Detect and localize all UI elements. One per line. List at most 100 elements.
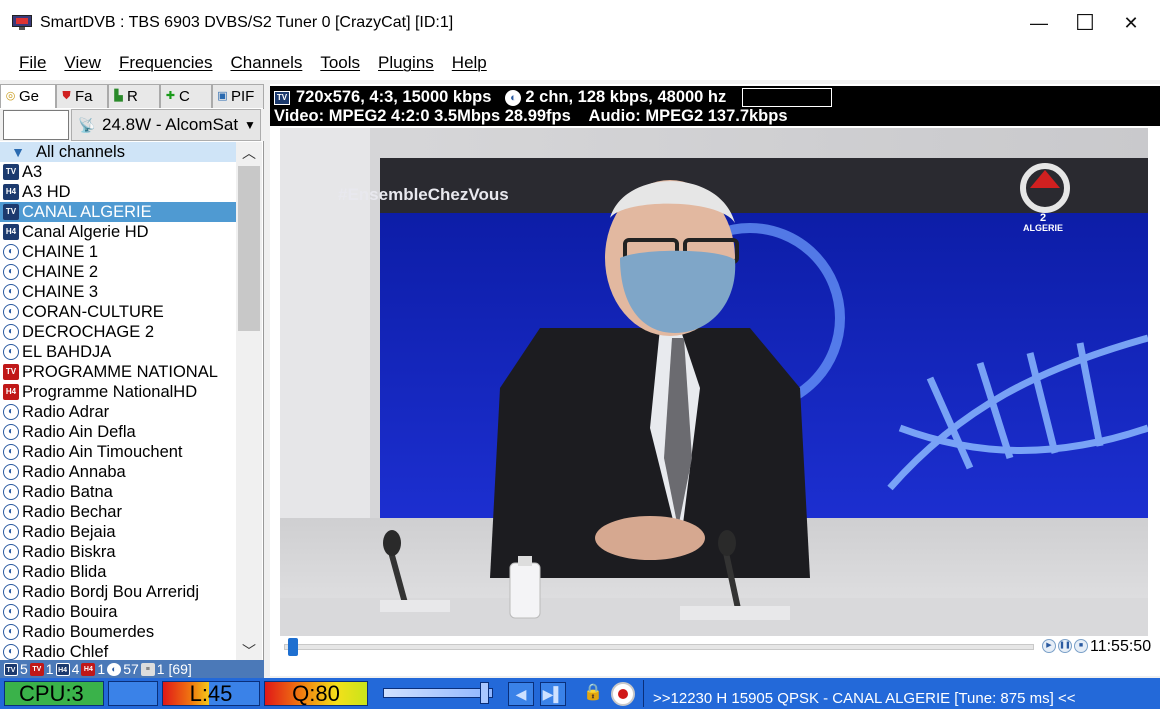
menu-view[interactable]: View: [55, 53, 110, 73]
audio-codec-info: Audio: MPEG2 137.7kbps: [588, 107, 788, 125]
radio-channel-icon: ◐: [3, 304, 19, 320]
playback-controls: ▶ ❚❚ ■: [1042, 639, 1090, 653]
tab-recorder[interactable]: ▙ R: [108, 84, 160, 108]
channel-item[interactable]: ◐ DECROCHAGE 2: [0, 322, 236, 342]
channel-item[interactable]: ◐ Radio Ain Defla: [0, 422, 236, 442]
previous-channel-icon[interactable]: ◀: [508, 682, 534, 706]
channel-list-scrollbar[interactable]: ︿ ﹀: [236, 142, 262, 662]
record-icon[interactable]: [611, 682, 635, 706]
tv-type-icon: TV: [4, 662, 18, 676]
radio-channel-icon: ◐: [3, 484, 19, 500]
maximize-button[interactable]: ☐: [1062, 0, 1108, 46]
volume-knob[interactable]: [480, 682, 490, 704]
play-icon[interactable]: ▶: [1042, 639, 1056, 653]
count-tv-red: 1: [45, 661, 54, 677]
minimize-button[interactable]: —: [1016, 0, 1062, 46]
tab-general[interactable]: ◎ Ge: [0, 84, 56, 108]
channel-name: PROGRAMME NATIONAL: [22, 362, 218, 381]
window-title: SmartDVB : TBS 6903 DVBS/S2 Tuner 0 [Cra…: [40, 14, 454, 31]
channel-item[interactable]: ◐ Radio Bejaia: [0, 522, 236, 542]
audio-format: 2 chn, 128 kbps, 48000 hz: [525, 88, 727, 106]
count-total: [69]: [168, 661, 192, 677]
seek-bar: ▶ ❚❚ ■ 11:55:50: [270, 636, 1160, 658]
channel-name: Radio Annaba: [22, 462, 126, 481]
satellite-select[interactable]: 📡 24.8W - AlcomSat ▼: [71, 109, 261, 141]
channel-name: CHAINE 3: [22, 282, 99, 301]
channel-name: EL BAHDJA: [22, 342, 112, 361]
channel-item[interactable]: H4 Canal Algerie HD: [0, 222, 236, 242]
tab-label: R: [127, 88, 138, 105]
video-display[interactable]: #EnsembleChezVous 2 ALGERIE: [280, 128, 1148, 636]
channel-list[interactable]: ▼ All channels TV A3 H4 A3 HD TV CANAL ALGERIE H…: [0, 142, 236, 662]
video-frame: #EnsembleChezVous 2 ALGERIE: [280, 128, 1148, 636]
video-format: 720x576, 4:3, 15000 kbps: [296, 88, 492, 106]
audio-channel-icon: ◐: [505, 89, 522, 106]
channel-item[interactable]: ◐ Radio Annaba: [0, 462, 236, 482]
h4-type-icon: H4: [55, 662, 70, 676]
satellite-selected: 24.8W - AlcomSat: [102, 115, 239, 134]
menu-plugins[interactable]: Plugins: [369, 53, 443, 73]
hd-channel-red-icon: H4: [3, 384, 19, 400]
channel-item[interactable]: ◐ Radio Biskra: [0, 542, 236, 562]
seek-knob[interactable]: [287, 638, 298, 656]
channel-item[interactable]: ◐ CORAN-CULTURE: [0, 302, 236, 322]
menu-frequencies[interactable]: Frequencies: [110, 53, 222, 73]
player-panel: TV 720x576, 4:3, 15000 kbps ◐ 2 chn, 128…: [270, 84, 1160, 676]
volume-slider[interactable]: [383, 688, 493, 698]
tab-pif[interactable]: ▣ PIF: [212, 84, 264, 108]
scroll-down-icon[interactable]: ﹀: [236, 640, 262, 662]
close-button[interactable]: ✕: [1108, 0, 1154, 46]
radio-channel-icon: ◐: [3, 524, 19, 540]
tv-channel-icon: TV: [3, 164, 19, 180]
radio-type-icon: ◐: [107, 662, 122, 676]
channel-name: DECROCHAGE 2: [22, 322, 155, 341]
radio-channel-icon: ◐: [3, 344, 19, 360]
channel-item[interactable]: ◐ Radio Ain Timouchent: [0, 442, 236, 462]
globe-icon: ◎: [5, 90, 16, 102]
pause-icon[interactable]: ❚❚: [1058, 639, 1072, 653]
channel-item[interactable]: H4 A3 HD: [0, 182, 236, 202]
channel-item[interactable]: ◐ Radio Bouira: [0, 602, 236, 622]
tab-favorites[interactable]: ⛊ Fa: [56, 84, 108, 108]
channel-panel: ◎ Ge ⛊ Fa ▙ R ✚ C ▣ PIF 📡 24.8W - AlcomS…: [0, 84, 264, 678]
radio-channel-icon: ◐: [3, 604, 19, 620]
channel-item[interactable]: ◐ Radio Blida: [0, 562, 236, 582]
channel-item[interactable]: ◐ CHAINE 1: [0, 242, 236, 262]
tab-channels[interactable]: ✚ C: [160, 84, 212, 108]
menu-tools[interactable]: Tools: [311, 53, 369, 73]
seek-track[interactable]: [284, 644, 1034, 650]
channel-item[interactable]: ◐ CHAINE 2: [0, 262, 236, 282]
hd-channel-icon: H4: [3, 184, 19, 200]
channel-item[interactable]: ◐ Radio Boumerdes: [0, 622, 236, 642]
channel-item[interactable]: ◐ Radio Bechar: [0, 502, 236, 522]
satellite-search-input[interactable]: [3, 110, 69, 140]
menu-file[interactable]: File: [10, 53, 55, 73]
channel-item[interactable]: TV A3: [0, 162, 236, 182]
hd-channel-icon: H4: [3, 224, 19, 240]
channel-item[interactable]: H4 Programme NationalHD: [0, 382, 236, 402]
lock-icon[interactable]: 🔒: [583, 682, 603, 704]
stop-icon[interactable]: ■: [1074, 639, 1088, 653]
menu-channels[interactable]: Channels: [222, 53, 312, 73]
radio-channel-icon: ◐: [3, 624, 19, 640]
title-bar: SmartDVB : TBS 6903 DVBS/S2 Tuner 0 [Cra…: [0, 0, 1160, 46]
stream-info: TV 720x576, 4:3, 15000 kbps ◐ 2 chn, 128…: [270, 86, 1160, 126]
channel-group-header[interactable]: ▼ All channels: [0, 142, 236, 162]
next-channel-icon[interactable]: ▶▌: [540, 682, 566, 706]
radio-channel-icon: ◐: [3, 584, 19, 600]
channel-item[interactable]: ◐ EL BAHDJA: [0, 342, 236, 362]
channel-item[interactable]: TV CANAL ALGERIE: [0, 202, 236, 222]
channel-item[interactable]: TV PROGRAMME NATIONAL: [0, 362, 236, 382]
menu-help[interactable]: Help: [443, 53, 496, 73]
scroll-up-icon[interactable]: ︿: [236, 142, 262, 164]
scroll-thumb[interactable]: [238, 166, 260, 331]
channel-item[interactable]: ◐ Radio Bordj Bou Arreridj: [0, 582, 236, 602]
app-window: SmartDVB : TBS 6903 DVBS/S2 Tuner 0 [Cra…: [0, 0, 1160, 709]
channel-name: Radio Bejaia: [22, 522, 116, 541]
count-h4-red: 1: [97, 661, 106, 677]
channel-item[interactable]: ◐ CHAINE 3: [0, 282, 236, 302]
channel-item[interactable]: ◐ Radio Batna: [0, 482, 236, 502]
channel-item[interactable]: ◐ Radio Adrar: [0, 402, 236, 422]
channel-item[interactable]: ◐ Radio Chlef: [0, 642, 236, 662]
channel-name: Radio Bechar: [22, 502, 122, 521]
